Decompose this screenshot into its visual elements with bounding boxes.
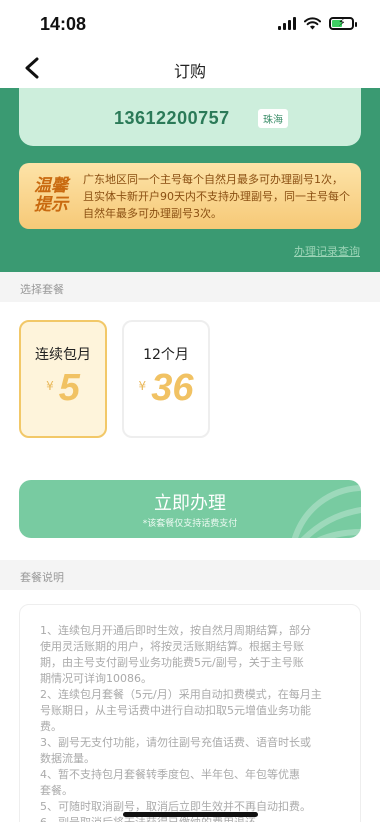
page-title: 订购 [173,62,206,81]
region-badge: 珠海 [258,109,288,128]
buy-button-label: 立即办理 [154,493,226,514]
package-12-months[interactable]: 12个月 ¥ 36 [122,320,210,438]
desc-line: 套餐。 [40,784,73,797]
select-package-header: 选择套餐 [0,272,380,302]
buy-now-button[interactable]: 立即办理 *该套餐仅支持话费支付 [19,480,361,538]
record-query-link[interactable]: 办理记录查询 [294,243,360,259]
desc-line: 4、暂不支持包月套餐转季度包、半年包、年包等优惠 [40,768,300,781]
price-value: 5 [58,367,80,409]
signal-icon [278,17,296,30]
status-bar: 14:08 ⚡ [0,0,380,48]
tip-text: 广东地区同一个主号每个自然月最多可办理副号1次，且实体卡新开户90天内不支持办理… [83,173,350,220]
desc-line: 期情况可详询10086。 [40,672,152,685]
desc-line: 2、连续包月套餐（5元/月）采用自动扣费模式，在每月主 [40,688,322,701]
package-desc-header: 套餐说明 [0,560,380,590]
desc-line: 使用灵活账期的用户，将按灵活账期结算。根据主号账 [40,640,304,653]
package-name: 连续包月 [35,347,91,363]
package-desc-box: 1、连续包月开通后即时生效，按自然月周期结算，部分 使用灵活账期的用户，将按灵活账… [19,604,361,822]
package-price: ¥ 5 [21,367,105,410]
package-price: ¥ 36 [124,367,208,410]
buy-button-note: *该套餐仅支持话费支付 [142,519,238,529]
currency-symbol: ¥ [46,379,54,393]
warm-tip-card: 温馨提示 广东地区同一个主号每个自然月最多可办理副号1次，且实体卡新开户90天内… [19,163,361,229]
package-name: 12个月 [143,347,189,363]
desc-line: 1、连续包月开通后即时生效，按自然月周期结算，部分 [40,624,311,637]
home-indicator [123,812,258,817]
desc-line: 数据流量。 [40,752,95,765]
battery-charging-icon: ⚡ [329,16,357,30]
package-desc-area: 1、连续包月开通后即时生效，按自然月周期结算，部分 使用灵活账期的用户，将按灵活账… [0,590,380,822]
status-time: 14:08 [40,14,87,34]
nav-bar: 订购 [0,48,380,88]
currency-symbol: ¥ [138,379,147,393]
tip-label: 温馨提示 [34,176,68,215]
desc-line: 3、副号无支付功能，请勿往副号充值话费、语音时长或 [40,736,311,749]
desc-line: 期，由主号支付副号业务功能费5元/副号，关于主号账 [40,656,304,669]
status-icons: ⚡ [278,16,357,30]
package-monthly[interactable]: 连续包月 ¥ 5 [19,320,107,438]
desc-line: 号账期日，从主号话费中进行自动扣取5元增值业务功能 [40,704,311,717]
number-card: 13612200757 珠海 [19,88,361,146]
wifi-icon [304,17,321,30]
price-value: 36 [151,367,194,409]
package-area: 连续包月 ¥ 5 12个月 ¥ 36 立即办理 *该套餐仅支持话费支付 [0,302,380,560]
phone-number: 13612200757 [114,108,230,128]
desc-line: 费。 [40,720,62,733]
